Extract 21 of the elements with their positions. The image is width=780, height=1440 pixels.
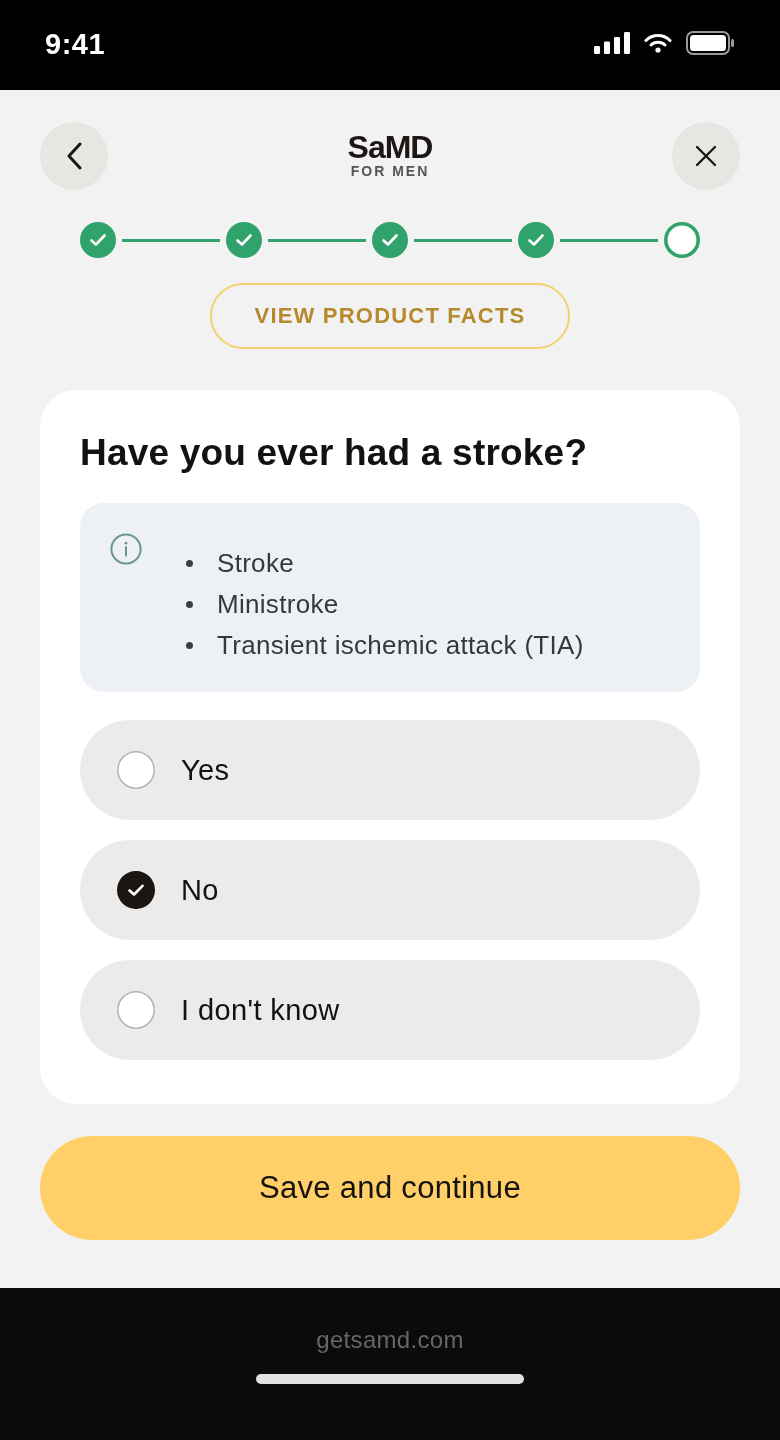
signal-icon — [594, 32, 630, 54]
info-list-item: Transient ischemic attack (TIA) — [217, 630, 584, 661]
bullet-icon — [186, 560, 193, 567]
close-icon — [695, 145, 717, 167]
save-and-continue-button[interactable]: Save and continue — [40, 1136, 740, 1240]
chevron-left-icon — [66, 142, 82, 170]
info-icon — [110, 533, 142, 565]
logo-wordmark: SaMD — [347, 131, 433, 163]
answer-option[interactable]: I don't know — [80, 960, 700, 1060]
logo-tagline: FOR MEN — [350, 163, 430, 179]
battery-icon — [686, 31, 734, 55]
question-title: Have you ever had a stroke? — [80, 432, 589, 474]
answer-option[interactable]: No — [80, 840, 700, 940]
info-list-item: Ministroke — [217, 589, 339, 620]
wifi-icon — [644, 33, 672, 53]
bullet-icon — [186, 642, 193, 649]
status-time: 9:41 — [45, 27, 106, 61]
bullet-icon — [186, 601, 193, 608]
answer-option[interactable]: Yes — [80, 720, 700, 820]
website-url: getsamd.com — [316, 1325, 464, 1355]
info-list-item: Stroke — [217, 548, 294, 579]
